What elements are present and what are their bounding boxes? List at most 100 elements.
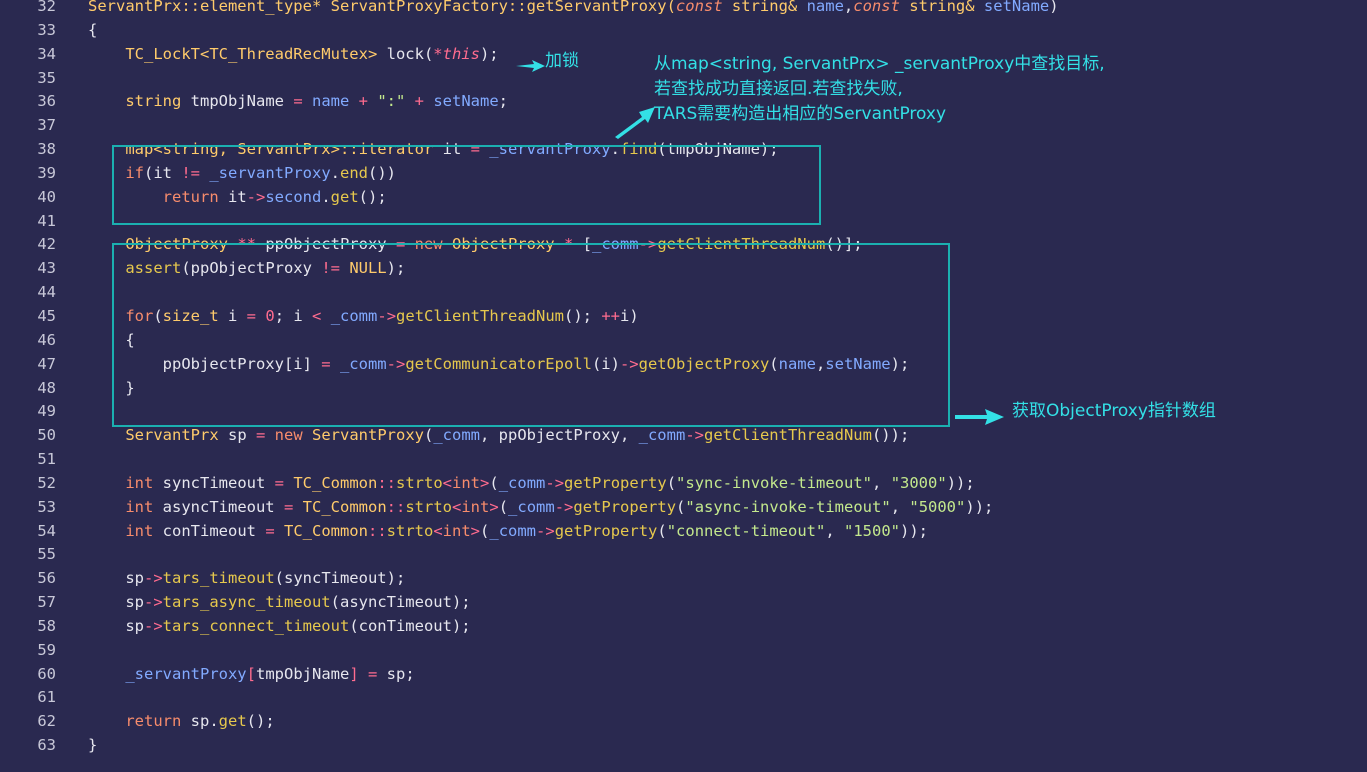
code-line[interactable]: 59 xyxy=(0,639,1367,663)
code-token: , xyxy=(825,521,845,540)
arrow-map-icon xyxy=(615,107,655,139)
code-line[interactable]: 51 xyxy=(0,448,1367,472)
line-number: 63 xyxy=(37,736,56,755)
code-token: ServantProxy xyxy=(312,426,424,445)
code-token: )); xyxy=(900,521,929,540)
code-token: ( xyxy=(666,473,677,492)
code-token: sp; xyxy=(386,664,415,683)
code-token: )); xyxy=(946,473,975,492)
code-text: return sp.get(); xyxy=(88,710,274,734)
code-line[interactable]: 56 sp->tars_timeout(syncTimeout); xyxy=(0,567,1367,591)
code-line[interactable]: 53 int asyncTimeout = TC_Common::strto<i… xyxy=(0,496,1367,520)
code-token: string xyxy=(125,92,182,111)
code-token: * xyxy=(433,44,443,63)
code-token: sp xyxy=(88,616,144,635)
code-token: ( xyxy=(489,473,499,492)
code-line[interactable]: 62 return sp.get(); xyxy=(0,710,1367,734)
code-token: return xyxy=(125,712,182,731)
code-token: -> xyxy=(144,569,163,588)
code-token: const xyxy=(675,0,723,15)
code-token: "sync-invoke-timeout" xyxy=(676,473,873,492)
code-line[interactable]: 57 sp->tars_async_timeout(asyncTimeout); xyxy=(0,591,1367,615)
code-token: < xyxy=(452,497,462,516)
arrow-objectproxy-icon xyxy=(955,409,1004,425)
code-token: setName xyxy=(983,0,1050,15)
code-token: ( xyxy=(423,426,434,445)
code-token: ( xyxy=(657,521,667,540)
code-token: strto xyxy=(396,473,443,492)
code-text: ServantPrx sp = new ServantProxy(_comm, … xyxy=(88,424,909,448)
code-token: "1500" xyxy=(844,521,901,540)
code-token: < xyxy=(442,473,453,492)
code-token: "5000" xyxy=(909,497,966,516)
code-token: get xyxy=(218,712,247,731)
line-number: 62 xyxy=(37,712,56,731)
code-token: tars_connect_timeout xyxy=(162,616,350,635)
annotation-map-line3: TARS需要构造出相应的ServantProxy xyxy=(654,104,947,124)
code-text: int asyncTimeout = TC_Common::strto<int>… xyxy=(88,496,993,520)
code-line[interactable]: 50 ServantPrx sp = new ServantProxy(_com… xyxy=(0,424,1367,448)
code-token: ) xyxy=(1049,0,1059,15)
code-token: _comm xyxy=(489,521,537,540)
code-token: int xyxy=(125,521,154,540)
code-token: _comm xyxy=(498,473,546,492)
code-token: . xyxy=(209,712,219,731)
line-number: 45 xyxy=(37,306,56,325)
code-token: "async-invoke-timeout" xyxy=(685,497,891,516)
code-line[interactable]: 63} xyxy=(0,734,1367,758)
code-token: sp xyxy=(88,593,144,612)
line-number: 47 xyxy=(37,354,56,373)
code-token: , xyxy=(843,0,854,15)
code-token: ( xyxy=(498,497,509,516)
code-token: new xyxy=(265,426,312,445)
code-token: = xyxy=(283,497,294,516)
code-line[interactable]: 32 ServantPrx::element_type* ServantProxy… xyxy=(0,0,1367,19)
code-text: ServantPrx::element_type* ServantProxyFa… xyxy=(88,0,1059,19)
code-token: syncTimeout xyxy=(153,473,275,492)
code-token: _comm xyxy=(638,426,686,445)
annotation-map-line2: 若查找成功直接返回.若查找失败, xyxy=(654,79,903,99)
code-text: sp->tars_connect_timeout(conTimeout); xyxy=(88,615,470,639)
line-number: 53 xyxy=(37,497,56,516)
code-line[interactable]: 61 xyxy=(0,686,1367,710)
code-token: (syncTimeout); xyxy=(274,569,406,588)
code-token: name xyxy=(806,0,844,15)
code-token: asyncTimeout xyxy=(153,497,284,516)
code-line[interactable]: 33 { xyxy=(0,19,1367,43)
code-line[interactable]: 60 _servantProxy[tmpObjName] = sp; xyxy=(0,663,1367,687)
code-token: + xyxy=(358,92,368,111)
code-token: strto xyxy=(405,497,452,516)
code-line[interactable]: 58 sp->tars_connect_timeout(conTimeout); xyxy=(0,615,1367,639)
line-number: 61 xyxy=(37,688,56,707)
code-token: < xyxy=(433,521,443,540)
code-token: _servantProxy xyxy=(125,664,247,683)
code-token: sp xyxy=(181,712,210,731)
code-token: tmpObjName xyxy=(181,92,294,111)
line-number: 35 xyxy=(37,68,56,87)
code-line[interactable]: 54 int conTimeout = TC_Common::strto<int… xyxy=(0,520,1367,544)
code-token: sp xyxy=(88,569,144,588)
code-token: name xyxy=(302,92,359,111)
code-line[interactable]: 52 int syncTimeout = TC_Common::strto<in… xyxy=(0,472,1367,496)
code-line[interactable]: 55 xyxy=(0,543,1367,567)
code-token: { xyxy=(88,20,98,39)
code-token: getProperty xyxy=(554,521,658,540)
code-token: ] xyxy=(349,664,359,683)
code-token: tmpObjName xyxy=(256,664,350,683)
code-token: setName xyxy=(424,92,499,111)
highlight-box-objectproxy-array xyxy=(112,243,950,427)
line-number: 52 xyxy=(37,473,56,492)
code-token: int xyxy=(125,473,154,492)
code-token: const xyxy=(853,0,900,15)
code-text: } xyxy=(88,734,97,758)
code-token: (asyncTimeout); xyxy=(330,593,471,612)
line-number: 34 xyxy=(37,44,56,63)
code-token: ()); xyxy=(871,426,910,445)
code-text: { xyxy=(88,19,97,43)
code-token: lock( xyxy=(377,44,434,63)
code-token: , xyxy=(890,497,910,516)
